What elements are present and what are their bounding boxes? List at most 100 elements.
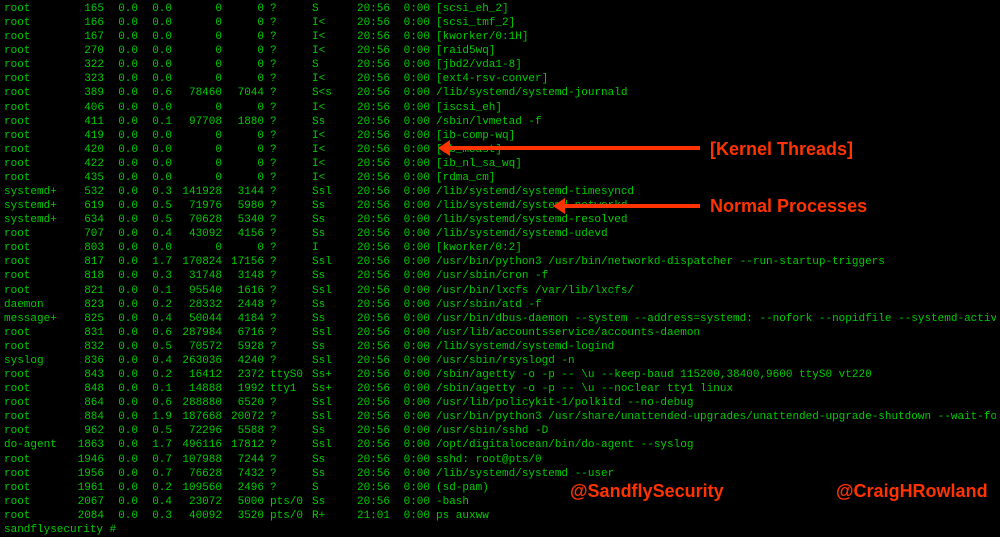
- col-pid: 836: [60, 354, 104, 368]
- col-start: 20:56: [346, 241, 390, 255]
- col-user: root: [4, 143, 60, 157]
- col-mem: 0.2: [138, 298, 172, 312]
- col-tty: ?: [264, 354, 312, 368]
- col-mem: 0.6: [138, 86, 172, 100]
- process-row: root9620.00.5722965588?Ss20:560:00/usr/s…: [4, 424, 996, 438]
- col-cpu: 0.0: [104, 30, 138, 44]
- col-tty: ?: [264, 58, 312, 72]
- col-cpu: 0.0: [104, 410, 138, 424]
- col-pid: 419: [60, 129, 104, 143]
- col-pid: 166: [60, 16, 104, 30]
- col-tty: ?: [264, 30, 312, 44]
- col-stat: Ss: [312, 453, 346, 467]
- col-stat: I<: [312, 16, 346, 30]
- col-stat: S: [312, 2, 346, 16]
- col-tty: ?: [264, 453, 312, 467]
- col-cpu: 0.0: [104, 284, 138, 298]
- col-time: 0:00: [390, 143, 434, 157]
- col-command: /opt/digitalocean/bin/do-agent --syslog: [434, 438, 996, 452]
- col-user: root: [4, 269, 60, 283]
- col-tty: ?: [264, 157, 312, 171]
- process-row: root4350.00.000?I<20:560:00[rdma_cm]: [4, 171, 996, 185]
- col-tty: ?: [264, 171, 312, 185]
- col-vsz: 0: [172, 171, 222, 185]
- process-row: root8640.00.62888806520?Ssl20:560:00/usr…: [4, 396, 996, 410]
- col-start: 20:56: [346, 143, 390, 157]
- col-rss: 5928: [222, 340, 264, 354]
- col-start: 20:56: [346, 44, 390, 58]
- col-user: root: [4, 115, 60, 129]
- process-row: root2700.00.000?I<20:560:00[raid5wq]: [4, 44, 996, 58]
- process-row: root1660.00.000?I<20:560:00[scsi_tmf_2]: [4, 16, 996, 30]
- col-pid: 1961: [60, 481, 104, 495]
- col-stat: S: [312, 481, 346, 495]
- col-vsz: 14888: [172, 382, 222, 396]
- col-rss: 1616: [222, 284, 264, 298]
- col-rss: 6716: [222, 326, 264, 340]
- col-mem: 0.0: [138, 72, 172, 86]
- col-time: 0:00: [390, 72, 434, 86]
- col-cpu: 0.0: [104, 368, 138, 382]
- col-mem: 0.4: [138, 227, 172, 241]
- col-tty: ?: [264, 326, 312, 340]
- process-row: root19460.00.71079887244?Ss20:560:00sshd…: [4, 453, 996, 467]
- col-mem: 1.7: [138, 255, 172, 269]
- col-stat: Ss: [312, 467, 346, 481]
- col-pid: 817: [60, 255, 104, 269]
- shell-prompt[interactable]: sandflysecurity #: [4, 523, 996, 537]
- col-cpu: 0.0: [104, 354, 138, 368]
- col-vsz: 287984: [172, 326, 222, 340]
- col-vsz: 170824: [172, 255, 222, 269]
- col-vsz: 141928: [172, 185, 222, 199]
- col-stat: Ss+: [312, 368, 346, 382]
- col-stat: I: [312, 241, 346, 255]
- col-cpu: 0.0: [104, 481, 138, 495]
- col-start: 20:56: [346, 495, 390, 509]
- col-vsz: 0: [172, 16, 222, 30]
- process-row: root8310.00.62879846716?Ssl20:560:00/usr…: [4, 326, 996, 340]
- col-command: /sbin/agetty -o -p -- \u --noclear tty1 …: [434, 382, 996, 396]
- col-mem: 0.1: [138, 382, 172, 396]
- col-start: 20:56: [346, 58, 390, 72]
- col-stat: Ssl: [312, 185, 346, 199]
- col-start: 20:56: [346, 298, 390, 312]
- col-user: root: [4, 101, 60, 115]
- col-start: 20:56: [346, 481, 390, 495]
- process-row: root8480.00.1148881992tty1Ss+20:560:00/s…: [4, 382, 996, 396]
- col-mem: 0.5: [138, 340, 172, 354]
- col-time: 0:00: [390, 312, 434, 326]
- col-user: systemd+: [4, 213, 60, 227]
- col-user: root: [4, 58, 60, 72]
- col-mem: 0.3: [138, 185, 172, 199]
- col-user: root: [4, 495, 60, 509]
- process-row: root7070.00.4430924156?Ss20:560:00/lib/s…: [4, 227, 996, 241]
- col-cpu: 0.0: [104, 467, 138, 481]
- col-cpu: 0.0: [104, 199, 138, 213]
- col-time: 0:00: [390, 101, 434, 115]
- col-pid: 825: [60, 312, 104, 326]
- col-command: [kworker/0:1H]: [434, 30, 996, 44]
- col-pid: 821: [60, 284, 104, 298]
- col-cpu: 0.0: [104, 255, 138, 269]
- process-row: root19560.00.7766287432?Ss20:560:00/lib/…: [4, 467, 996, 481]
- col-time: 0:00: [390, 382, 434, 396]
- col-user: root: [4, 424, 60, 438]
- col-rss: 2372: [222, 368, 264, 382]
- col-user: root: [4, 2, 60, 16]
- col-mem: 0.0: [138, 171, 172, 185]
- col-rss: 4156: [222, 227, 264, 241]
- col-stat: Ss: [312, 340, 346, 354]
- col-user: root: [4, 410, 60, 424]
- col-start: 20:56: [346, 410, 390, 424]
- col-mem: 1.7: [138, 438, 172, 452]
- col-tty: ?: [264, 129, 312, 143]
- col-pid: 634: [60, 213, 104, 227]
- col-cpu: 0.0: [104, 143, 138, 157]
- col-cpu: 0.0: [104, 438, 138, 452]
- col-pid: 167: [60, 30, 104, 44]
- col-command: [jbd2/vda1-8]: [434, 58, 996, 72]
- col-time: 0:00: [390, 467, 434, 481]
- col-pid: 831: [60, 326, 104, 340]
- col-pid: 962: [60, 424, 104, 438]
- col-stat: Ss: [312, 424, 346, 438]
